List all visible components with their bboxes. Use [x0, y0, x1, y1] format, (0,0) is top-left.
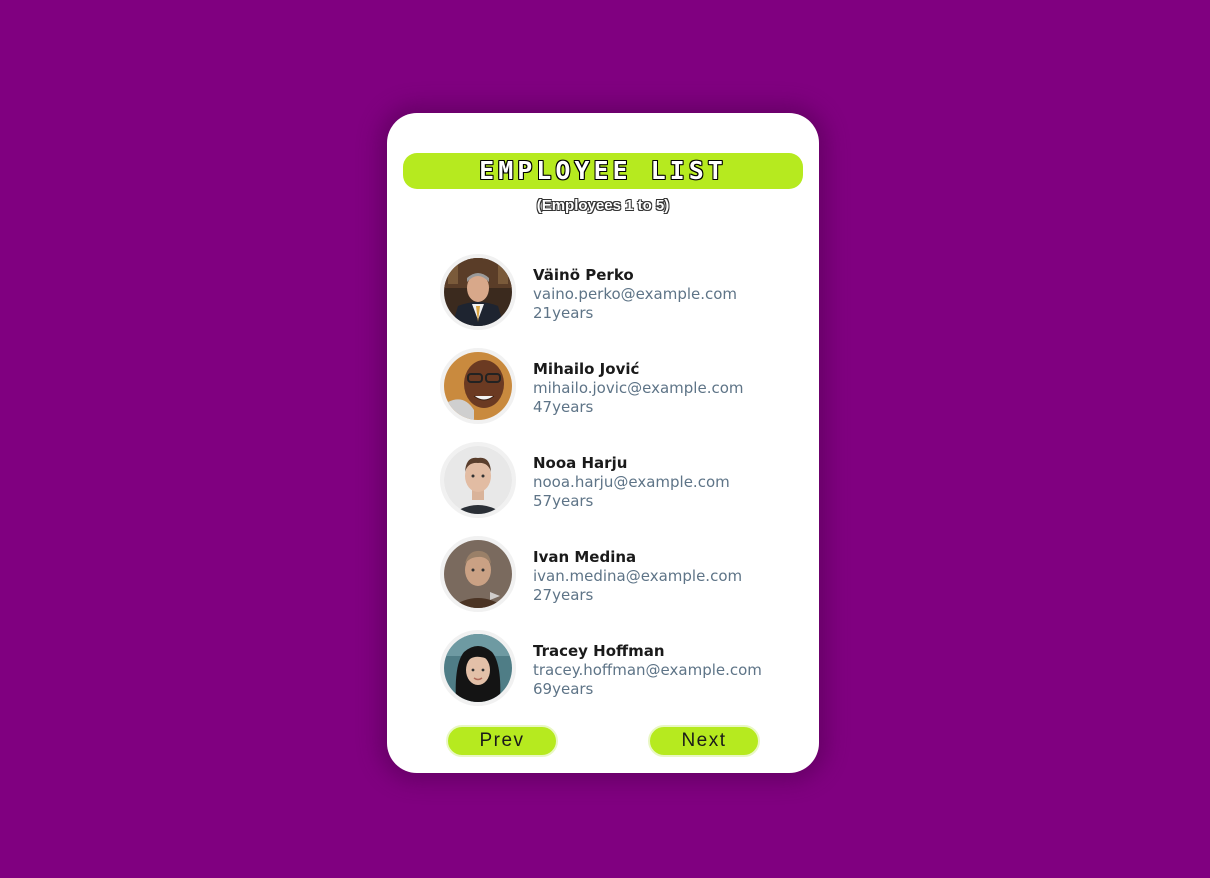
employee-age: 47years: [533, 398, 594, 416]
employee-age: 21years: [533, 304, 594, 322]
page-title: EMPLOYEE LIST: [479, 156, 727, 185]
employee-name: Mihailo Jović: [533, 360, 640, 378]
avatar: [440, 442, 516, 518]
list-item: Ivan Medina ivan.medina@example.com 27ye…: [440, 535, 800, 629]
avatar: [440, 630, 516, 706]
list-item: Tracey Hoffman tracey.hoffman@example.co…: [440, 629, 800, 723]
list-item: Väinö Perko vaino.perko@example.com 21ye…: [440, 253, 800, 347]
avatar: [440, 536, 516, 612]
avatar: [440, 254, 516, 330]
list-item: Nooa Harju nooa.harju@example.com 57year…: [440, 441, 800, 535]
employee-name: Ivan Medina: [533, 548, 637, 566]
page-subtitle: (Employees 1 to 5): [536, 197, 670, 214]
employee-card: EMPLOYEE LIST (Employees 1 to 5) Väinö P: [387, 113, 819, 773]
title-bar: EMPLOYEE LIST: [403, 153, 803, 189]
employee-age: 57years: [533, 492, 594, 510]
avatar: [440, 348, 516, 424]
next-button[interactable]: Next: [648, 725, 760, 757]
prev-button[interactable]: Prev: [446, 725, 558, 757]
employee-name: Nooa Harju: [533, 454, 628, 472]
employee-email: mihailo.jovic@example.com: [533, 379, 744, 397]
employee-email: tracey.hoffman@example.com: [533, 661, 762, 679]
employee-email: ivan.medina@example.com: [533, 567, 743, 585]
employee-list: Väinö Perko vaino.perko@example.com 21ye…: [440, 253, 800, 723]
employee-email: vaino.perko@example.com: [533, 285, 738, 303]
employee-age: 69years: [533, 680, 594, 698]
employee-name: Tracey Hoffman: [533, 642, 665, 660]
list-item: Mihailo Jović mihailo.jovic@example.com …: [440, 347, 800, 441]
employee-email: nooa.harju@example.com: [533, 473, 730, 491]
employee-name: Väinö Perko: [533, 266, 634, 284]
employee-age: 27years: [533, 586, 594, 604]
